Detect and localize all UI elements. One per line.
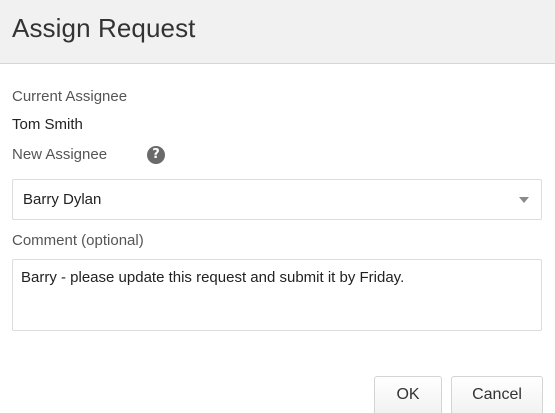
comment-textarea[interactable]: Barry - please update this request and s… xyxy=(12,259,542,331)
help-icon[interactable]: ? xyxy=(147,146,165,164)
new-assignee-select[interactable]: Barry Dylan xyxy=(12,179,542,220)
comment-label: Comment (optional) xyxy=(12,232,144,249)
cancel-button[interactable]: Cancel xyxy=(451,376,543,413)
current-assignee-label: Current Assignee xyxy=(12,88,128,105)
current-assignee-value: Tom Smith xyxy=(12,116,83,133)
assign-request-dialog: Assign Request Current Assignee Tom Smit… xyxy=(0,0,555,413)
ok-button[interactable]: OK xyxy=(374,376,442,413)
new-assignee-label: New Assignee xyxy=(12,146,108,163)
new-assignee-selected-value: Barry Dylan xyxy=(23,191,102,208)
dialog-header: Assign Request xyxy=(0,0,555,64)
dialog-title: Assign Request xyxy=(12,13,196,43)
chevron-down-icon xyxy=(519,197,529,203)
